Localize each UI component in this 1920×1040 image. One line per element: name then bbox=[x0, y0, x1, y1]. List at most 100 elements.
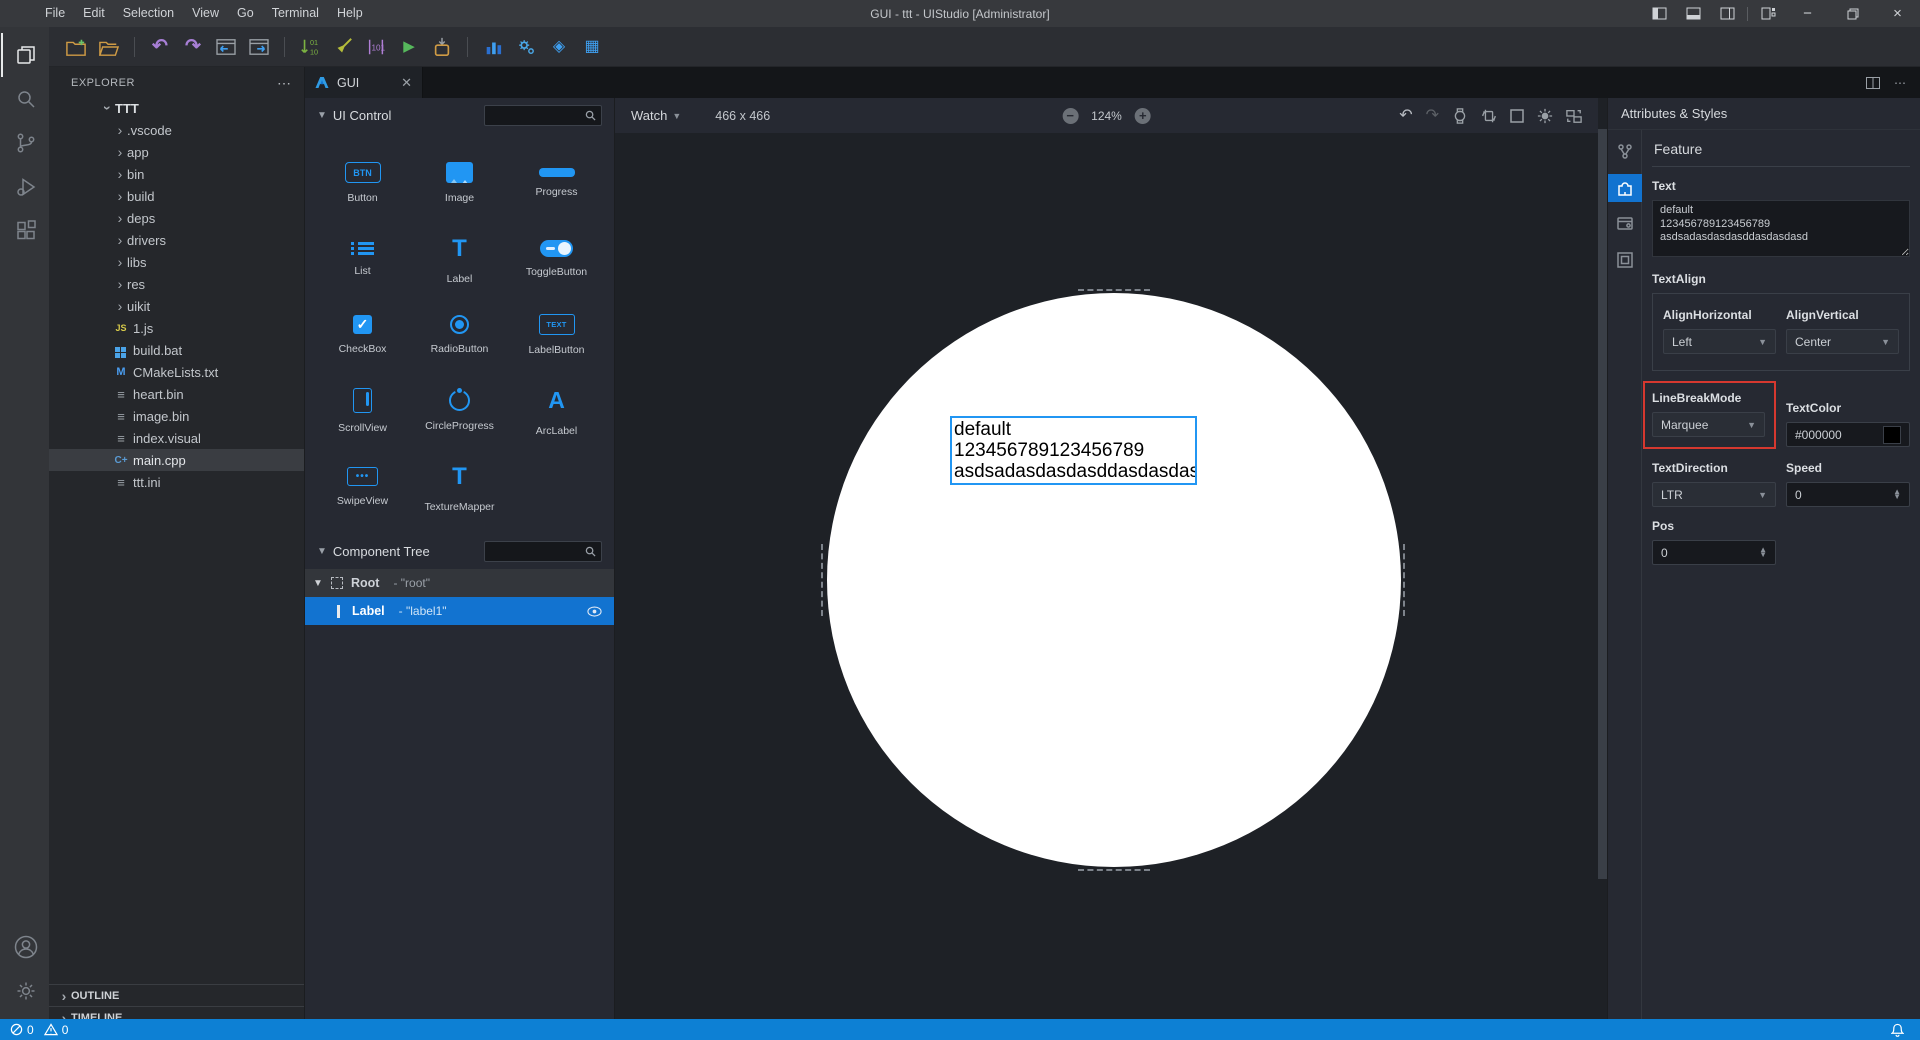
layout-grid-icon[interactable]: ▦ bbox=[579, 34, 605, 60]
component-list[interactable]: List bbox=[314, 221, 411, 297]
component-arclabel[interactable]: ArcLabel bbox=[508, 373, 605, 449]
sidebar-item-extensions[interactable] bbox=[1, 209, 48, 253]
clean-brush-icon[interactable] bbox=[330, 34, 356, 60]
sidebar-item-search[interactable] bbox=[1, 77, 48, 121]
component-label[interactable]: Label bbox=[411, 221, 508, 297]
canvas-undo-icon[interactable]: ↶ bbox=[1399, 107, 1412, 124]
import-view-icon[interactable] bbox=[213, 34, 239, 60]
chevron-down-icon[interactable]: ▼ bbox=[313, 578, 329, 589]
open-folder-icon[interactable] bbox=[96, 34, 122, 60]
editor-more-actions-icon[interactable]: ⋯ bbox=[1894, 76, 1906, 90]
tree-file-main-cpp[interactable]: main.cpp bbox=[49, 449, 304, 471]
component-swipeview[interactable]: SwipeView bbox=[314, 449, 411, 525]
tree-file-ttt-ini[interactable]: ttt.ini bbox=[49, 471, 304, 493]
tree-folder-bin[interactable]: › bin bbox=[49, 163, 304, 185]
layout-panel-icon[interactable] bbox=[1676, 0, 1710, 27]
deploy-icon[interactable] bbox=[429, 34, 455, 60]
component-scrollview[interactable]: ScrollView bbox=[314, 373, 411, 449]
component-tree-search[interactable] bbox=[484, 541, 602, 562]
tree-folder-libs[interactable]: › libs bbox=[49, 251, 304, 273]
new-folder-icon[interactable] bbox=[63, 34, 89, 60]
export-view-icon[interactable] bbox=[246, 34, 272, 60]
sidebar-item-source-control[interactable] bbox=[1, 121, 48, 165]
ui-control-search-input[interactable] bbox=[485, 109, 585, 122]
pos-input[interactable]: 0 ▲ ▼ bbox=[1652, 540, 1776, 565]
canvas-redo-icon[interactable]: ↷ bbox=[1426, 107, 1439, 124]
component-checkbox[interactable]: CheckBox bbox=[314, 297, 411, 373]
canvas-vertical-scrollbar[interactable] bbox=[1598, 129, 1607, 879]
component-labelbutton[interactable]: LabelButton bbox=[508, 297, 605, 373]
selected-label-widget[interactable]: default 123456789123456789 asdsadasdasda… bbox=[950, 416, 1197, 485]
linebreakmode-select[interactable]: Marquee ▼ bbox=[1652, 412, 1765, 437]
warnings-status[interactable]: 0 bbox=[43, 1023, 68, 1037]
tree-file-index-visual[interactable]: index.visual bbox=[49, 427, 304, 449]
rail-feature-icon[interactable] bbox=[1607, 174, 1642, 202]
menu-go[interactable]: Go bbox=[228, 0, 263, 27]
tree-file-1-js[interactable]: 1.js bbox=[49, 317, 304, 339]
textdirection-select[interactable]: LTR ▼ bbox=[1652, 482, 1776, 507]
sidebar-item-explorer[interactable] bbox=[1, 33, 48, 77]
ui-control-search[interactable] bbox=[484, 105, 602, 126]
tree-file-image-bin[interactable]: image.bin bbox=[49, 405, 304, 427]
design-stage[interactable]: default 123456789123456789 asdsadasdasda… bbox=[615, 133, 1598, 1019]
zoom-in-button[interactable]: + bbox=[1134, 107, 1151, 124]
minimize-button[interactable]: − bbox=[1785, 0, 1830, 27]
tree-folder-build[interactable]: › build bbox=[49, 185, 304, 207]
swap-layout-icon[interactable] bbox=[1566, 108, 1582, 124]
component-button[interactable]: Button bbox=[314, 145, 411, 221]
tree-node-root[interactable]: ▼ Root - "root" bbox=[305, 569, 614, 597]
collapse-arrow-icon[interactable]: ▼ bbox=[317, 546, 327, 557]
line-numbers-icon[interactable]: 01 10 bbox=[297, 34, 323, 60]
rail-info-icon[interactable] bbox=[1608, 210, 1642, 238]
watch-screen[interactable] bbox=[827, 293, 1401, 867]
text-field-input[interactable]: default 123456789123456789 asdsadasdasda… bbox=[1652, 200, 1910, 257]
component-progress[interactable]: Progress bbox=[508, 145, 605, 221]
account-icon[interactable] bbox=[1, 925, 48, 969]
component-tree-search-input[interactable] bbox=[485, 545, 585, 558]
component-image[interactable]: Image bbox=[411, 145, 508, 221]
stats-icon[interactable] bbox=[480, 34, 506, 60]
rotate-device-icon[interactable] bbox=[1481, 108, 1497, 124]
menu-help[interactable]: Help bbox=[328, 0, 372, 27]
tree-folder-deps[interactable]: › deps bbox=[49, 207, 304, 229]
collapse-arrow-icon[interactable]: ▼ bbox=[317, 110, 327, 121]
outline-section[interactable]: › OUTLINE bbox=[49, 984, 304, 1006]
run-icon[interactable]: ▶ bbox=[396, 34, 422, 60]
spinner-arrows[interactable]: ▲ ▼ bbox=[1759, 545, 1767, 558]
layout-sidebar-right-icon[interactable] bbox=[1710, 0, 1744, 27]
component-circleprogress[interactable]: CircleProgress bbox=[411, 373, 508, 449]
customize-layout-icon[interactable] bbox=[1751, 0, 1785, 27]
brightness-icon[interactable] bbox=[1537, 108, 1553, 124]
textcolor-input[interactable]: #000000 bbox=[1786, 422, 1910, 447]
align-horizontal-select[interactable]: Left ▼ bbox=[1663, 329, 1776, 354]
zoom-out-button[interactable]: − bbox=[1062, 107, 1079, 124]
tree-root-ttt[interactable]: › TTT bbox=[49, 97, 304, 119]
tree-folder-app[interactable]: › app bbox=[49, 141, 304, 163]
rail-frame-icon[interactable] bbox=[1608, 246, 1642, 274]
component-texturemapper[interactable]: TextureMapper bbox=[411, 449, 508, 525]
align-vertical-select[interactable]: Center ▼ bbox=[1786, 329, 1899, 354]
encoding-icon[interactable]: 101 bbox=[363, 34, 389, 60]
menu-file[interactable]: File bbox=[36, 0, 74, 27]
explorer-more-actions-icon[interactable]: ⋯ bbox=[277, 75, 292, 92]
tree-folder-res[interactable]: › res bbox=[49, 273, 304, 295]
color-swatch[interactable] bbox=[1883, 425, 1901, 444]
tree-file-CMakeLists-txt[interactable]: CMakeLists.txt bbox=[49, 361, 304, 383]
tab-close-icon[interactable]: ✕ bbox=[401, 75, 412, 91]
menu-view[interactable]: View bbox=[183, 0, 228, 27]
settings-gear-icon[interactable] bbox=[1, 969, 48, 1013]
shader-diamond-icon[interactable]: ◈ bbox=[546, 34, 572, 60]
tree-folder-drivers[interactable]: › drivers bbox=[49, 229, 304, 251]
rail-nodes-icon[interactable] bbox=[1608, 138, 1642, 166]
build-gears-icon[interactable] bbox=[513, 34, 539, 60]
layout-sidebar-left-icon[interactable] bbox=[1642, 0, 1676, 27]
notifications-bell-icon[interactable] bbox=[1891, 1023, 1904, 1037]
tree-file-heart-bin[interactable]: heart.bin bbox=[49, 383, 304, 405]
split-editor-icon[interactable] bbox=[1866, 76, 1880, 89]
speed-input[interactable]: 0 ▲ ▼ bbox=[1786, 482, 1910, 507]
tab-gui[interactable]: GUI ✕ bbox=[305, 67, 423, 98]
menu-terminal[interactable]: Terminal bbox=[263, 0, 328, 27]
sidebar-item-run-debug[interactable] bbox=[1, 165, 48, 209]
tree-folder-vscode[interactable]: › .vscode bbox=[49, 119, 304, 141]
menu-edit[interactable]: Edit bbox=[74, 0, 114, 27]
